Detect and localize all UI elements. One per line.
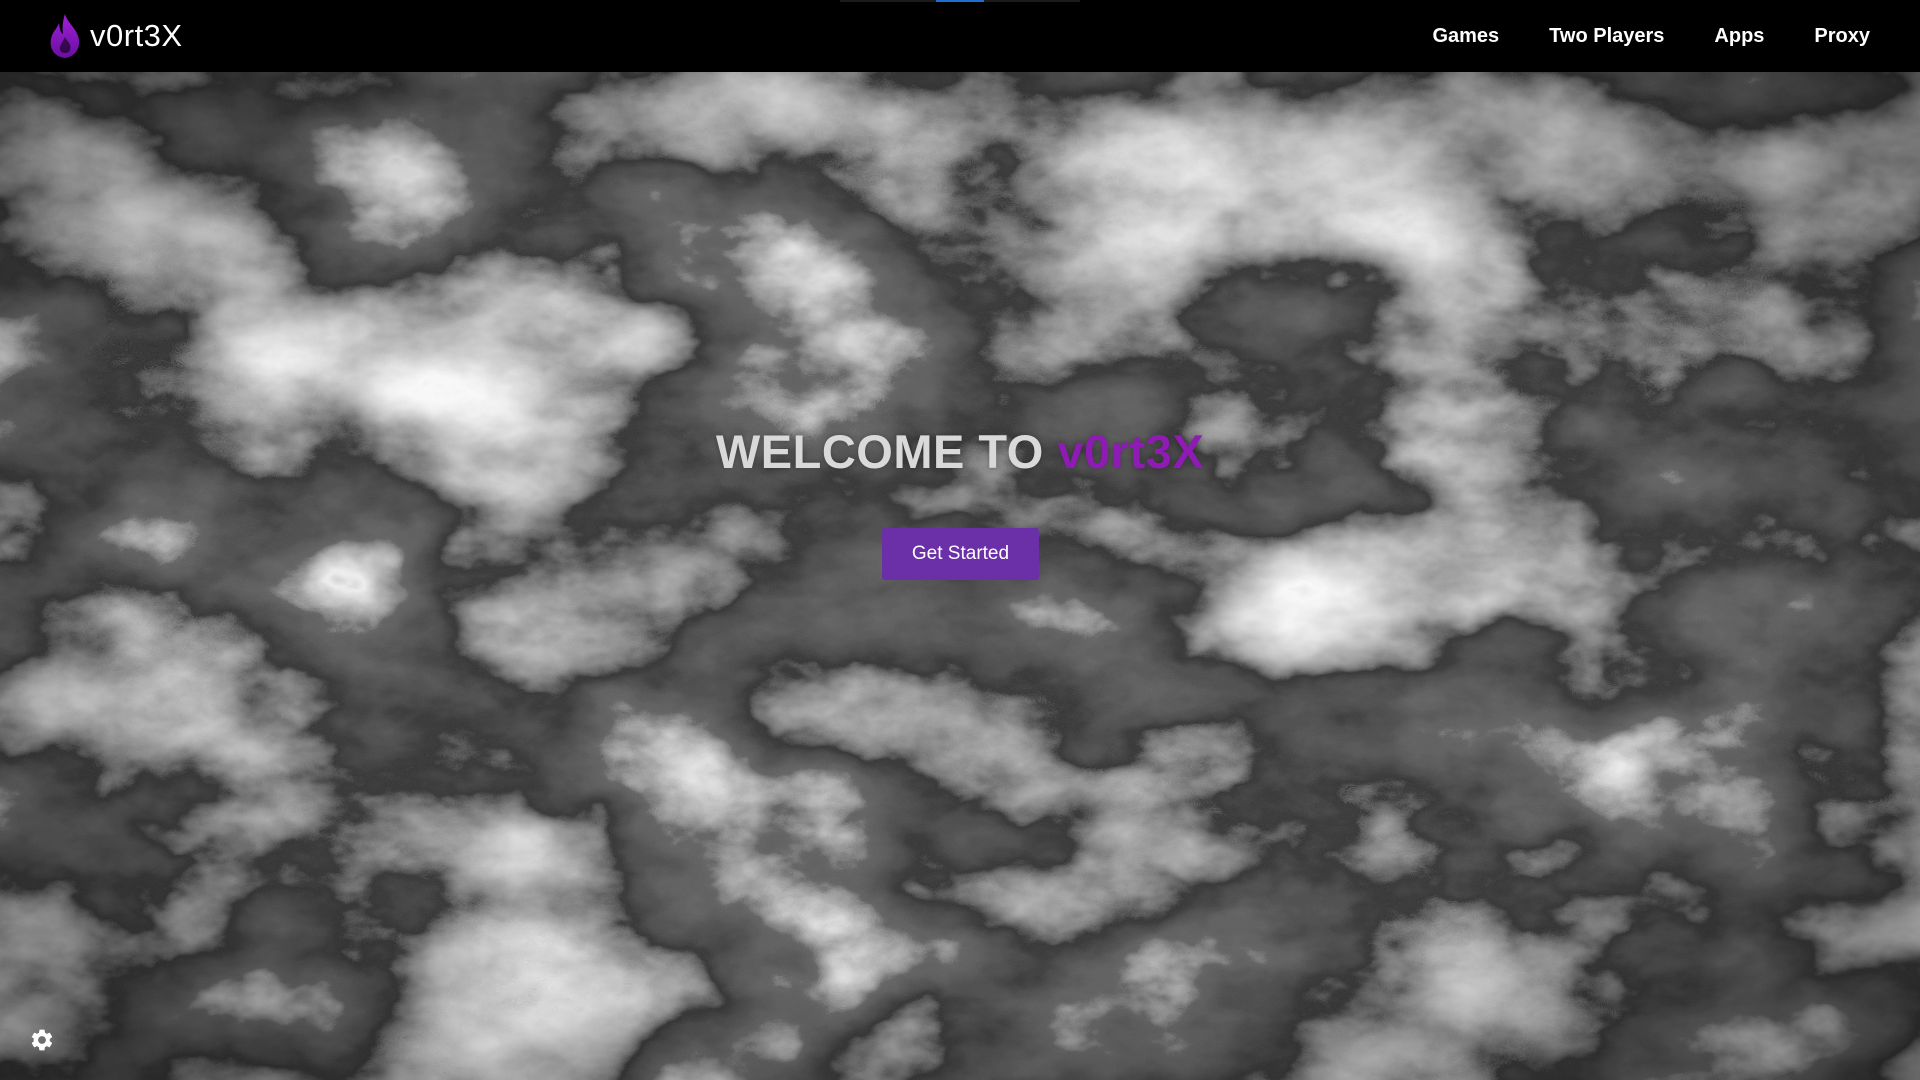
hero-title-brand: v0rt3X: [1057, 425, 1205, 478]
hero-title: WELCOME TO v0rt3X: [0, 424, 1920, 479]
loading-indicator: [840, 0, 1080, 2]
nav-link-games[interactable]: Games: [1432, 25, 1499, 48]
hero-content: WELCOME TO v0rt3X Get Started: [0, 72, 1920, 1080]
nav-link-two-players[interactable]: Two Players: [1549, 25, 1664, 48]
loading-indicator-segment: [936, 0, 984, 2]
get-started-button[interactable]: Get Started: [882, 528, 1039, 580]
flame-icon: [50, 14, 80, 58]
nav-link-apps[interactable]: Apps: [1714, 25, 1764, 48]
nav-links: Games Two Players Apps Proxy: [1432, 0, 1870, 72]
nav-link-proxy[interactable]: Proxy: [1814, 25, 1870, 48]
page: v0rt3X Games Two Players Apps Proxy WELC…: [0, 0, 1920, 1080]
brand-name: v0rt3X: [90, 18, 183, 53]
hero-title-prefix: WELCOME TO: [715, 425, 1058, 478]
gear-icon: [31, 1029, 53, 1051]
top-navbar: v0rt3X Games Two Players Apps Proxy: [0, 0, 1920, 72]
hero-section: WELCOME TO v0rt3X Get Started: [0, 72, 1920, 1080]
brand-home-link[interactable]: v0rt3X: [48, 10, 183, 62]
settings-button[interactable]: [26, 1024, 58, 1056]
